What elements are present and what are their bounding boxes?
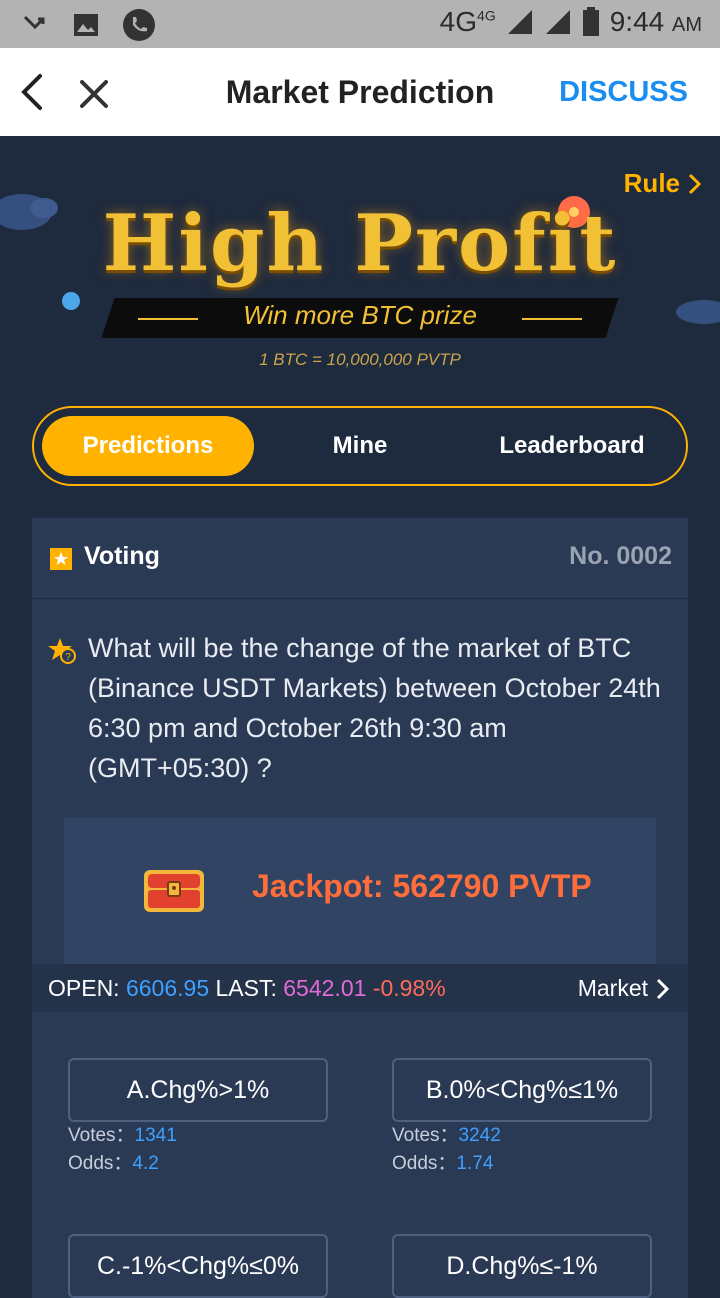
odds-value: 4.2 (132, 1153, 159, 1174)
votes-label: Votes： (392, 1125, 459, 1146)
tab-mine[interactable]: Mine (258, 416, 462, 476)
tab-leaderboard[interactable]: Leaderboard (466, 416, 678, 476)
treasure-chest-icon (144, 870, 204, 912)
odds-label: Odds： (68, 1153, 133, 1174)
tab-predictions[interactable]: Predictions (42, 416, 254, 476)
option-a-stats: Votes：1341 Odds：4.2 (68, 1122, 177, 1178)
votes-value: 3242 (458, 1125, 501, 1146)
option-a-button[interactable]: A.Chg%>1% (68, 1058, 328, 1122)
odds-label: Odds： (392, 1153, 457, 1174)
option-b-button[interactable]: B.0%<Chg%≤1% (392, 1058, 652, 1122)
market-info: OPEN: 6606.95 LAST: 6542.01 -0.98% Marke… (32, 964, 688, 1012)
question-star-icon: ? (48, 638, 76, 664)
option-c-button[interactable]: C.-1%<Chg%≤0% (68, 1234, 328, 1298)
change-percent: -0.98% (372, 975, 446, 1001)
jackpot-amount: Jackpot: 562790 PVTP (252, 868, 592, 904)
votes-label: Votes： (68, 1125, 135, 1146)
card-title: Voting (84, 542, 160, 570)
option-d-button[interactable]: D.Chg%≤-1% (392, 1234, 652, 1298)
promo-banner: Rule High Profit Win more BTC prize 1 BT… (0, 136, 720, 386)
status-bar: 4G4G 9:44 AM (0, 0, 720, 48)
cloud-decoration-right (676, 300, 720, 324)
open-value: 6606.95 (125, 975, 210, 1001)
jackpot-panel: Jackpot: 562790 PVTP (64, 818, 656, 964)
small-planet-decoration (62, 292, 80, 310)
last-label: LAST: (215, 975, 277, 1001)
price-summary: OPEN: 6606.95 LAST: 6542.01 -0.98% (48, 975, 446, 1002)
prediction-card: Voting No. 0002 ? What will be the chang… (32, 518, 688, 1298)
star-badge-icon (50, 548, 72, 570)
card-header: Voting No. 0002 (32, 518, 688, 599)
image-icon (74, 14, 98, 36)
question-text: What will be the change of the market of… (88, 633, 661, 783)
battery-icon (582, 7, 599, 36)
open-label: OPEN: (48, 975, 120, 1001)
issue-number: No. 0002 (569, 542, 672, 570)
network-type: 4G4G (439, 6, 496, 37)
chevron-right-icon (656, 978, 670, 999)
phone-icon (123, 9, 155, 41)
discuss-button[interactable]: DISCUSS (559, 76, 688, 109)
svg-text:?: ? (65, 652, 71, 663)
banner-headline: High Profit (102, 198, 618, 289)
conversion-rate: 1 BTC = 10,000,000 PVTP (259, 350, 461, 369)
app-header: Market Prediction DISCUSS (0, 48, 720, 136)
signal-icon (507, 10, 532, 34)
tab-bar: Predictions Mine Leaderboard (32, 406, 688, 486)
market-link[interactable]: Market (578, 975, 670, 1002)
signal-icon-2 (545, 10, 570, 34)
clock: 9:44 AM (609, 6, 702, 37)
rule-link[interactable]: Rule (624, 168, 702, 199)
missed-call-icon (23, 15, 45, 30)
odds-value: 1.74 (456, 1153, 494, 1174)
option-b-stats: Votes：3242 Odds：1.74 (392, 1122, 501, 1178)
banner-subtitle: Win more BTC prize (243, 300, 477, 330)
last-value: 6542.01 (283, 975, 367, 1001)
chevron-right-icon (688, 173, 702, 194)
votes-value: 1341 (134, 1125, 177, 1146)
